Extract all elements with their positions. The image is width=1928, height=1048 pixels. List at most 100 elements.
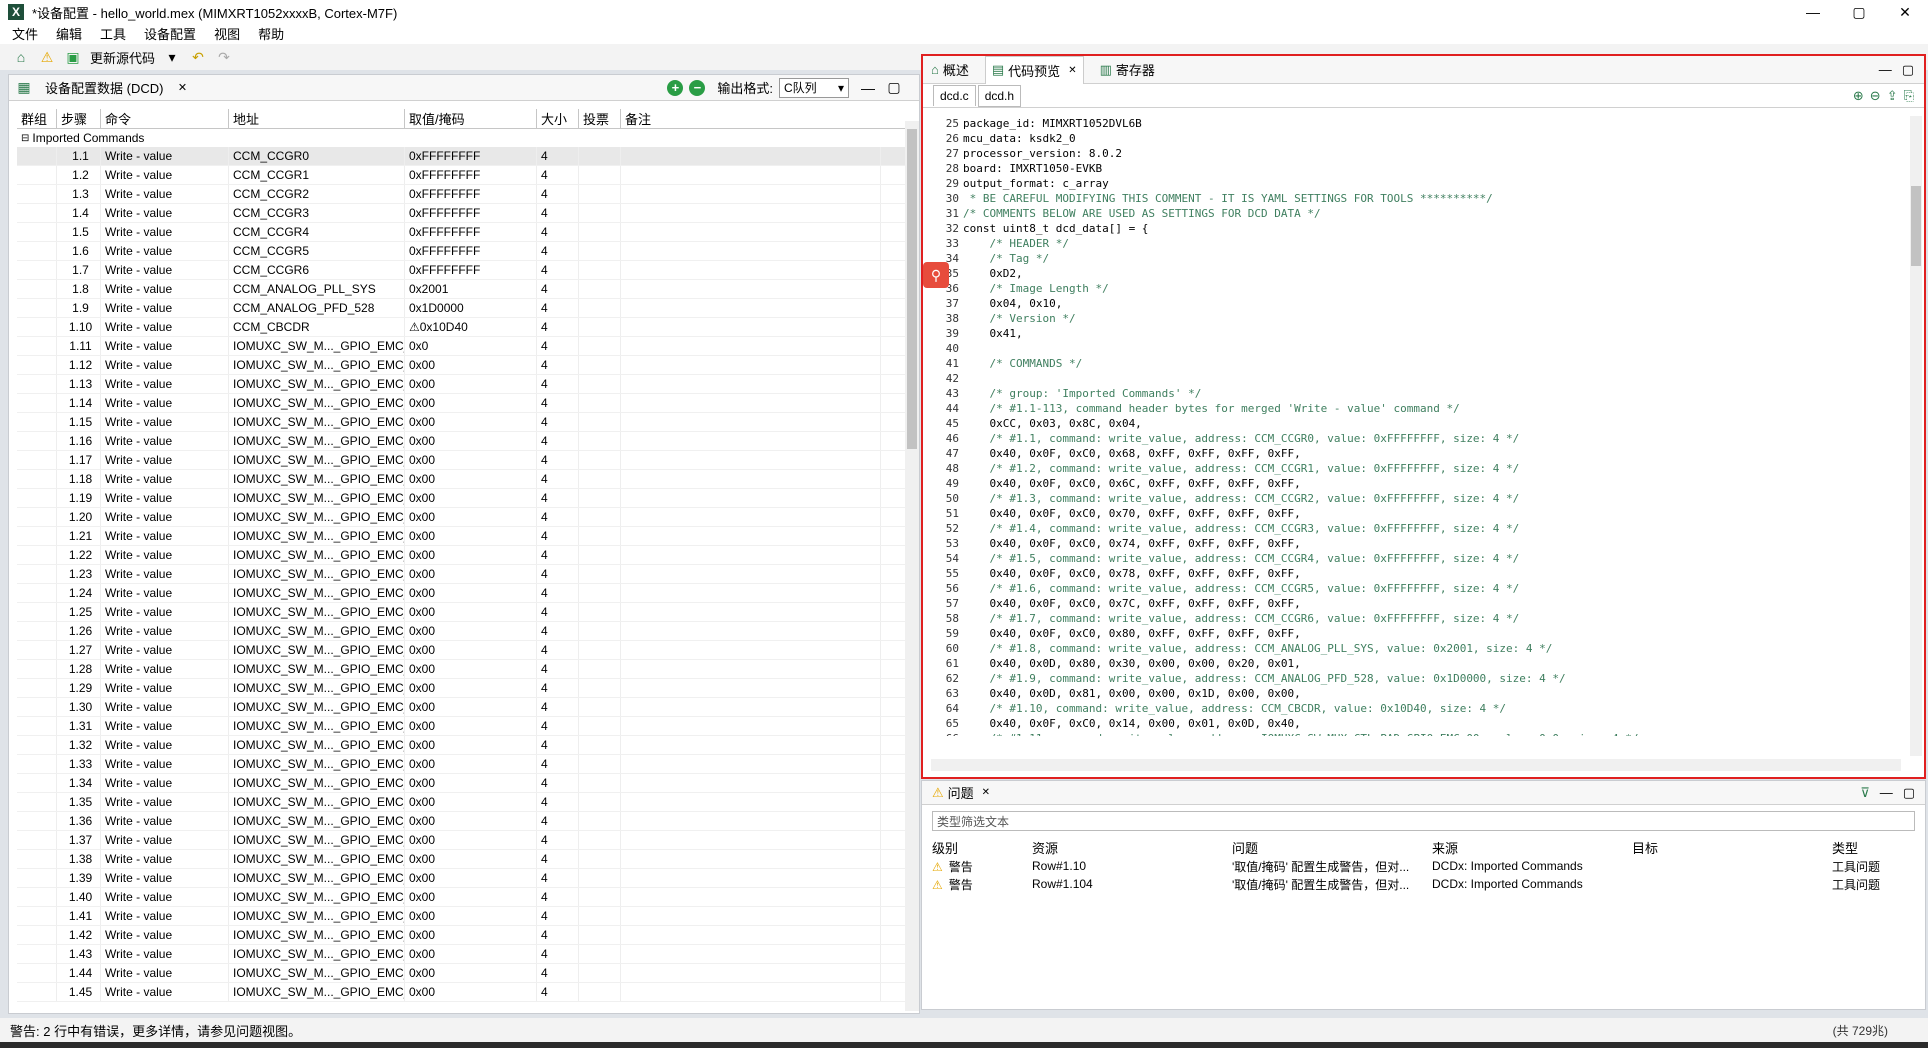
cell-address[interactable]: IOMUXC_SW_M..._GPIO_EMC_33 [229,964,405,982]
cell-size[interactable]: 4 [537,698,579,716]
cell-command[interactable]: Write - value [101,679,229,697]
cell-value[interactable]: 0x00 [405,603,537,621]
cell-address[interactable]: IOMUXC_SW_M..._GPIO_EMC_34 [229,983,405,1001]
cell-address[interactable]: IOMUXC_SW_M..._GPIO_EMC_30 [229,907,405,925]
cell-command[interactable]: Write - value [101,432,229,450]
cell-comment[interactable] [621,375,881,393]
cell-size[interactable]: 4 [537,432,579,450]
cell-step[interactable]: 1.12 [57,356,101,374]
cell-comment[interactable] [621,793,881,811]
table-row[interactable]: 1.35 Write - value IOMUXC_SW_M..._GPIO_EMC… [17,793,919,812]
cell-command[interactable]: Write - value [101,945,229,963]
cell-value[interactable]: 0x00 [405,432,537,450]
cell-step[interactable]: 1.17 [57,451,101,469]
cell-poll[interactable] [579,204,621,222]
cell-poll[interactable] [579,451,621,469]
cell-poll[interactable] [579,603,621,621]
cell-poll[interactable] [579,527,621,545]
cell-step[interactable]: 1.4 [57,204,101,222]
table-row[interactable]: 1.6 Write - value CCM_CCGR5 0xFFFFFFFF 4 [17,242,919,261]
table-row[interactable]: 1.41 Write - value IOMUXC_SW_M..._GPIO_EMC… [17,907,919,926]
cell-size[interactable]: 4 [537,223,579,241]
cell-address[interactable]: CCM_ANALOG_PFD_528 [229,299,405,317]
cell-comment[interactable] [621,584,881,602]
cell-group[interactable] [17,698,57,716]
cell-comment[interactable] [621,907,881,925]
table-row[interactable]: 1.29 Write - value IOMUXC_SW_M..._GPIO_EMC… [17,679,919,698]
cell-step[interactable]: 1.15 [57,413,101,431]
home-icon[interactable]: ⌂ [12,48,30,66]
cell-group[interactable] [17,831,57,849]
cell-size[interactable]: 4 [537,261,579,279]
cell-size[interactable]: 4 [537,945,579,963]
minimize-view-icon[interactable]: — [1880,785,1893,800]
cell-size[interactable]: 4 [537,489,579,507]
cell-value[interactable]: 0x00 [405,641,537,659]
menu-tools[interactable]: 工具 [100,24,126,43]
cell-comment[interactable] [621,318,881,336]
cell-size[interactable]: 4 [537,356,579,374]
cell-group[interactable] [17,470,57,488]
cell-command[interactable]: Write - value [101,774,229,792]
cell-value[interactable]: 0x00 [405,489,537,507]
cell-size[interactable]: 4 [537,147,579,165]
cell-comment[interactable] [621,641,881,659]
remove-row-button[interactable]: − [689,79,706,96]
chevron-down-icon[interactable]: ▾ [163,48,181,66]
table-row[interactable]: 1.25 Write - value IOMUXC_SW_M..._GPIO_EMC… [17,603,919,622]
cell-size[interactable]: 4 [537,983,579,1001]
cell-size[interactable]: 4 [537,299,579,317]
cell-group[interactable] [17,413,57,431]
cell-poll[interactable] [579,907,621,925]
cell-value[interactable]: 0x00 [405,375,537,393]
copy-icon[interactable]: ⎘ [1904,88,1914,104]
group-row[interactable]: ⊟ Imported Commands [9,129,919,147]
table-row[interactable]: 1.20 Write - value IOMUXC_SW_M..._GPIO_EMC… [17,508,919,527]
cell-command[interactable]: Write - value [101,508,229,526]
cell-step[interactable]: 1.35 [57,793,101,811]
cell-address[interactable]: IOMUXC_SW_M..._GPIO_EMC_04 [229,413,405,431]
cell-comment[interactable] [621,508,881,526]
table-row[interactable]: 1.3 Write - value CCM_CCGR2 0xFFFFFFFF 4 [17,185,919,204]
cell-size[interactable]: 4 [537,736,579,754]
cell-poll[interactable] [579,641,621,659]
cell-command[interactable]: Write - value [101,546,229,564]
cell-comment[interactable] [621,983,881,1001]
close-tab-icon[interactable]: ✕ [1068,65,1076,76]
cell-address[interactable]: IOMUXC_SW_M..._GPIO_EMC_32 [229,945,405,963]
cell-poll[interactable] [579,850,621,868]
cell-value[interactable]: 0x00 [405,546,537,564]
cell-command[interactable]: Write - value [101,394,229,412]
table-row[interactable]: 1.23 Write - value IOMUXC_SW_M..._GPIO_EMC… [17,565,919,584]
cell-step[interactable]: 1.13 [57,375,101,393]
cell-poll[interactable] [579,147,621,165]
cell-group[interactable] [17,394,57,412]
cell-address[interactable]: IOMUXC_SW_M..._GPIO_EMC_18 [229,679,405,697]
search-icon[interactable]: ⚲ [923,262,949,288]
table-row[interactable]: 1.14 Write - value IOMUXC_SW_M..._GPIO_EMC… [17,394,919,413]
cell-poll[interactable] [579,508,621,526]
cell-size[interactable]: 4 [537,869,579,887]
cell-value[interactable]: 0x00 [405,774,537,792]
cell-value[interactable]: 0x00 [405,926,537,944]
cell-command[interactable]: Write - value [101,204,229,222]
cell-address[interactable]: IOMUXC_SW_M..._GPIO_EMC_16 [229,641,405,659]
cell-value[interactable]: 0x00 [405,736,537,754]
cell-size[interactable]: 4 [537,660,579,678]
cell-command[interactable]: Write - value [101,489,229,507]
cell-step[interactable]: 1.9 [57,299,101,317]
cell-size[interactable]: 4 [537,375,579,393]
col-type[interactable]: 类型 [1832,838,1912,857]
cell-poll[interactable] [579,413,621,431]
table-row[interactable]: 1.38 Write - value IOMUXC_SW_M..._GPIO_EMC… [17,850,919,869]
cell-step[interactable]: 1.11 [57,337,101,355]
cell-poll[interactable] [579,774,621,792]
cell-size[interactable]: 4 [537,413,579,431]
cell-step[interactable]: 1.7 [57,261,101,279]
cell-step[interactable]: 1.44 [57,964,101,982]
table-row[interactable]: 1.17 Write - value IOMUXC_SW_M..._GPIO_EMC… [17,451,919,470]
cell-address[interactable]: CCM_CCGR1 [229,166,405,184]
cell-step[interactable]: 1.31 [57,717,101,735]
cell-group[interactable] [17,489,57,507]
cell-address[interactable]: CCM_ANALOG_PLL_SYS [229,280,405,298]
